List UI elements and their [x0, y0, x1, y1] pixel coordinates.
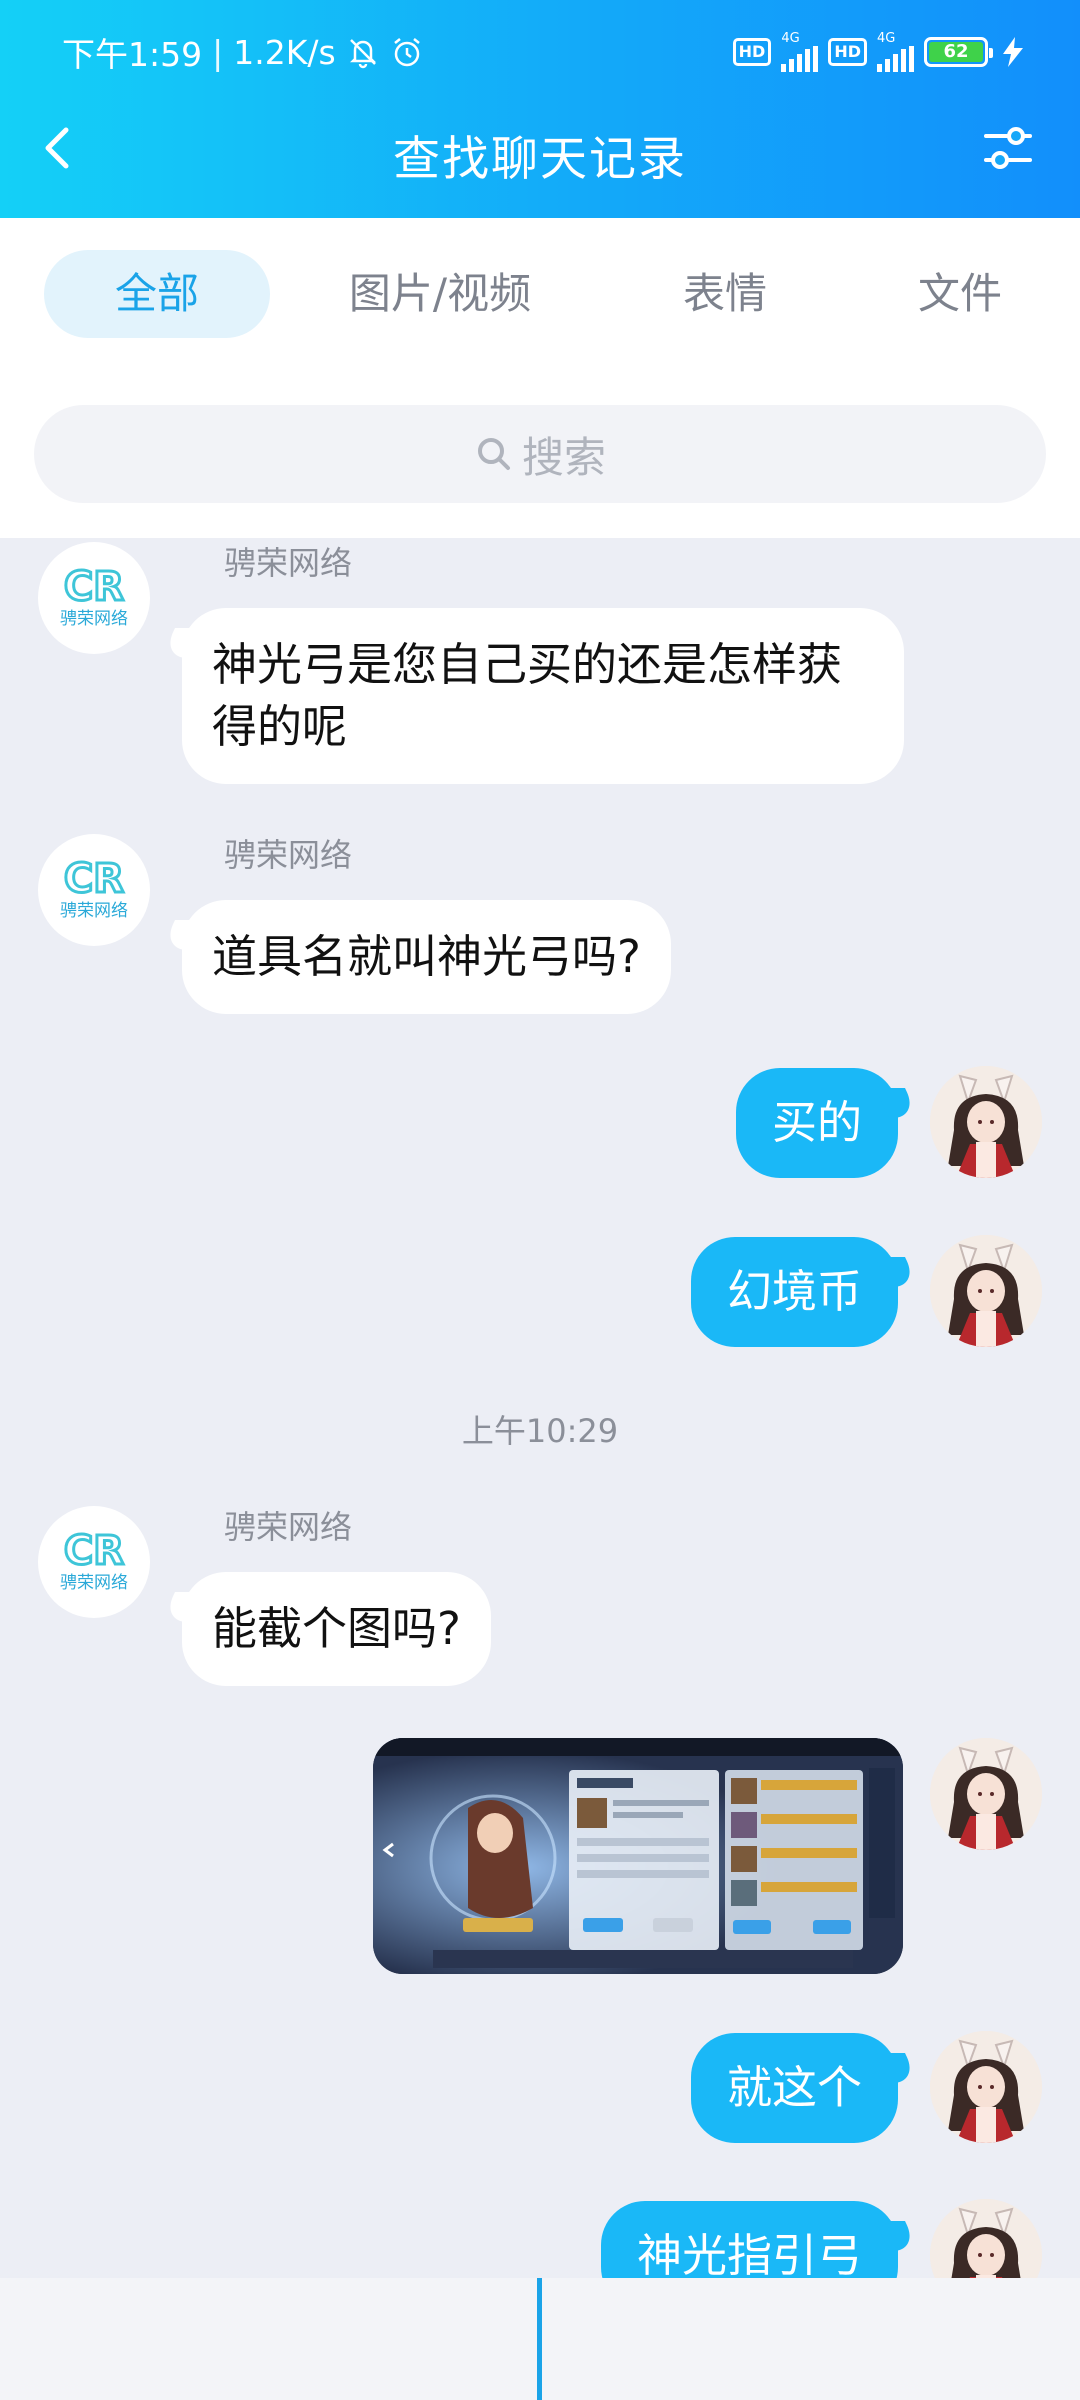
message-text: 就这个 — [726, 2061, 862, 2114]
message-bubble-outgoing[interactable]: 神光指引弓 — [600, 2201, 898, 2278]
svg-text:CR: CR — [64, 1528, 124, 1574]
bottom-divider — [537, 2278, 542, 2400]
message-text: 买的 — [771, 1096, 862, 1149]
hd-badge: HD — [828, 38, 867, 66]
svg-text:骋荣网络: 骋荣网络 — [60, 609, 128, 629]
message-bubble-outgoing[interactable]: 幻境币 — [690, 1237, 898, 1347]
game-screenshot-image — [373, 1738, 903, 1974]
page-title: 查找聊天记录 — [393, 132, 687, 187]
sender-name: 骋荣网络 — [224, 544, 353, 582]
status-time: 下午1:59 — [62, 35, 203, 74]
user-avatar-image — [930, 1738, 1042, 1850]
avatar[interactable] — [930, 1738, 1042, 1850]
header: 下午1:59 | 1.2K/s HD 4G HD 4G 62 查找聊天记录 — [0, 0, 1080, 218]
avatar[interactable]: CR 骋荣网络 — [38, 1506, 150, 1618]
search-input[interactable]: 搜索 — [34, 405, 1046, 503]
avatar[interactable] — [930, 1235, 1042, 1347]
tab-images-videos[interactable]: 图片/视频 — [320, 250, 560, 338]
sender-name: 骋荣网络 — [224, 1508, 353, 1546]
svg-text:骋荣网络: 骋荣网络 — [60, 1573, 128, 1593]
search-icon — [477, 438, 510, 470]
avatar[interactable]: CR 骋荣网络 — [38, 834, 150, 946]
avatar[interactable]: CR 骋荣网络 — [38, 542, 150, 654]
message-text: 得的呢 — [212, 700, 348, 753]
network-type: 4G — [781, 31, 800, 46]
company-logo-icon: CR 骋荣网络 — [60, 563, 128, 630]
user-avatar-image — [930, 1235, 1042, 1347]
message-bubble-outgoing[interactable]: 就这个 — [690, 2033, 898, 2143]
svg-text:CR: CR — [64, 856, 124, 902]
image-message[interactable] — [373, 1738, 903, 1974]
company-logo-icon: CR 骋荣网络 — [60, 1527, 128, 1594]
svg-text:骋荣网络: 骋荣网络 — [60, 901, 128, 921]
message-text: 能截个图吗? — [212, 1602, 461, 1655]
tab-stickers[interactable]: 表情 — [640, 250, 810, 338]
message-text: 神光弓是您自己买的还是怎样获 — [212, 638, 843, 691]
avatar[interactable] — [930, 1066, 1042, 1178]
search-placeholder: 搜索 — [521, 432, 606, 482]
user-avatar-image — [930, 1066, 1042, 1178]
status-separator: | — [212, 32, 224, 72]
status-bar: 下午1:59 | 1.2K/s HD 4G HD 4G 62 — [0, 0, 1080, 100]
avatar[interactable] — [930, 2199, 1042, 2278]
message-bubble[interactable]: 能截个图吗? — [182, 1572, 491, 1686]
tab-all[interactable]: 全部 — [44, 250, 270, 338]
avatar[interactable] — [930, 2031, 1042, 2143]
bottom-bar — [0, 2278, 1080, 2400]
status-network-speed: 1.2K/s — [233, 32, 336, 72]
nav-bar: 查找聊天记录 — [0, 100, 1080, 218]
sender-name: 骋荣网络 — [224, 836, 353, 874]
hd-badge: HD — [732, 38, 772, 66]
message-text: 幻境币 — [726, 1265, 862, 1318]
signal-icon: 4G — [781, 31, 819, 72]
timestamp: 上午10:29 — [461, 1412, 619, 1450]
chat-history[interactable]: CR 骋荣网络 骋荣网络 神光弓是您自己买的还是怎样获 得的呢 CR 骋荣网络 … — [0, 538, 1080, 2278]
bell-muted-icon — [349, 39, 376, 69]
svg-text:CR: CR — [64, 564, 124, 610]
tab-files[interactable]: 文件 — [875, 250, 1045, 338]
user-avatar-image — [930, 2199, 1042, 2278]
tabs-panel: 全部 图片/视频 表情 文件 搜索 — [0, 218, 1080, 538]
message-bubble-outgoing[interactable]: 买的 — [735, 1068, 898, 1178]
filter-button[interactable] — [978, 118, 1038, 178]
filter-sliders-icon — [984, 127, 1032, 169]
message-bubble[interactable]: 道具名就叫神光弓吗? — [182, 900, 671, 1014]
signal-icon: 4G — [877, 32, 914, 72]
company-logo-icon: CR 骋荣网络 — [60, 855, 128, 922]
battery-icon: 62 — [924, 37, 993, 67]
tab-bar: 全部 图片/视频 表情 文件 — [0, 250, 1080, 340]
battery-level: 62 — [929, 42, 983, 62]
message-text: 神光指引弓 — [636, 2229, 862, 2278]
message-bubble[interactable]: 神光弓是您自己买的还是怎样获 得的呢 — [182, 608, 904, 784]
charging-icon — [1003, 37, 1023, 67]
network-type: 4G — [877, 31, 896, 46]
user-avatar-image — [930, 2031, 1042, 2143]
alarm-icon — [393, 38, 420, 67]
message-text: 道具名就叫神光弓吗? — [212, 930, 641, 983]
